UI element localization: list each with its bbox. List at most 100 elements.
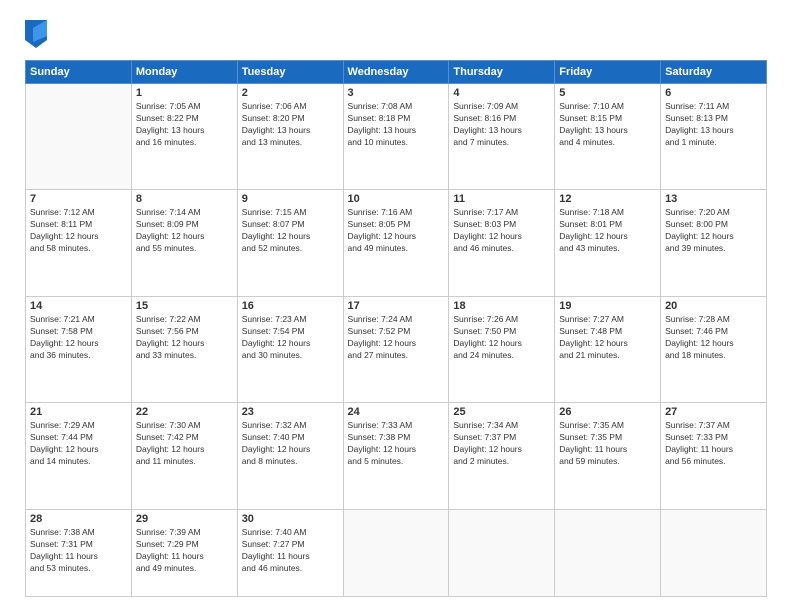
day-info: Sunrise: 7:24 AM Sunset: 7:52 PM Dayligh… [348, 314, 445, 362]
day-info: Sunrise: 7:08 AM Sunset: 8:18 PM Dayligh… [348, 101, 445, 149]
weekday-header-friday: Friday [555, 61, 661, 84]
day-info: Sunrise: 7:05 AM Sunset: 8:22 PM Dayligh… [136, 101, 233, 149]
day-number: 2 [242, 87, 339, 99]
day-number: 9 [242, 193, 339, 205]
day-number: 15 [136, 300, 233, 312]
calendar-cell: 24 Sunrise: 7:33 AM Sunset: 7:38 PM Dayli… [343, 403, 449, 509]
weekday-header-saturday: Saturday [661, 61, 767, 84]
day-number: 22 [136, 406, 233, 418]
weekday-header-sunday: Sunday [26, 61, 132, 84]
weekday-header-wednesday: Wednesday [343, 61, 449, 84]
calendar-cell: 10 Sunrise: 7:16 AM Sunset: 8:05 PM Dayli… [343, 190, 449, 296]
weekday-header-thursday: Thursday [449, 61, 555, 84]
day-info: Sunrise: 7:14 AM Sunset: 8:09 PM Dayligh… [136, 207, 233, 255]
day-info: Sunrise: 7:10 AM Sunset: 8:15 PM Dayligh… [559, 101, 656, 149]
day-info: Sunrise: 7:12 AM Sunset: 8:11 PM Dayligh… [30, 207, 127, 255]
calendar-week-row: 21 Sunrise: 7:29 AM Sunset: 7:44 PM Dayli… [26, 403, 767, 509]
day-info: Sunrise: 7:34 AM Sunset: 7:37 PM Dayligh… [453, 420, 550, 468]
calendar-cell: 5 Sunrise: 7:10 AM Sunset: 8:15 PM Daylig… [555, 84, 661, 190]
day-info: Sunrise: 7:27 AM Sunset: 7:48 PM Dayligh… [559, 314, 656, 362]
day-number: 11 [453, 193, 550, 205]
calendar-cell: 25 Sunrise: 7:34 AM Sunset: 7:37 PM Dayli… [449, 403, 555, 509]
calendar-cell: 8 Sunrise: 7:14 AM Sunset: 8:09 PM Daylig… [131, 190, 237, 296]
day-info: Sunrise: 7:17 AM Sunset: 8:03 PM Dayligh… [453, 207, 550, 255]
day-number: 18 [453, 300, 550, 312]
calendar-week-row: 28Sunrise: 7:38 AM Sunset: 7:31 PM Dayli… [26, 509, 767, 596]
day-info: Sunrise: 7:23 AM Sunset: 7:54 PM Dayligh… [242, 314, 339, 362]
day-number: 19 [559, 300, 656, 312]
day-info: Sunrise: 7:16 AM Sunset: 8:05 PM Dayligh… [348, 207, 445, 255]
weekday-header-tuesday: Tuesday [237, 61, 343, 84]
calendar-cell: 12 Sunrise: 7:18 AM Sunset: 8:01 PM Dayli… [555, 190, 661, 296]
day-number: 12 [559, 193, 656, 205]
day-number: 25 [453, 406, 550, 418]
calendar-cell: 30 Sunrise: 7:40 AM Sunset: 7:27 PM Dayli… [237, 509, 343, 596]
calendar-cell: 3 Sunrise: 7:08 AM Sunset: 8:18 PM Daylig… [343, 84, 449, 190]
day-number: 21 [30, 406, 127, 418]
calendar-cell: 21 Sunrise: 7:29 AM Sunset: 7:44 PM Dayli… [26, 403, 132, 509]
calendar-cell: 14 Sunrise: 7:21 AM Sunset: 7:58 PM Dayli… [26, 296, 132, 402]
day-info: Sunrise: 7:20 AM Sunset: 8:00 PM Dayligh… [665, 207, 762, 255]
day-number: 6 [665, 87, 762, 99]
day-info: Sunrise: 7:29 AM Sunset: 7:44 PM Dayligh… [30, 420, 127, 468]
calendar-cell: 29 Sunrise: 7:39 AM Sunset: 7:29 PM Dayli… [131, 509, 237, 596]
calendar-cell: 22 Sunrise: 7:30 AM Sunset: 7:42 PM Dayli… [131, 403, 237, 509]
calendar-cell [661, 509, 767, 596]
calendar-week-row: 7 Sunrise: 7:12 AM Sunset: 8:11 PM Daylig… [26, 190, 767, 296]
day-info: Sunrise: 7:35 AM Sunset: 7:35 PM Dayligh… [559, 420, 656, 468]
day-number: 8 [136, 193, 233, 205]
day-info: Sunrise: 7:28 AM Sunset: 7:46 PM Dayligh… [665, 314, 762, 362]
day-number: 26 [559, 406, 656, 418]
day-info: Sunrise: 7:09 AM Sunset: 8:16 PM Dayligh… [453, 101, 550, 149]
day-info: Sunrise: 7:22 AM Sunset: 7:56 PM Dayligh… [136, 314, 233, 362]
day-info: Sunrise: 7:32 AM Sunset: 7:40 PM Dayligh… [242, 420, 339, 468]
day-number: 14 [30, 300, 127, 312]
day-info: Sunrise: 7:33 AM Sunset: 7:38 PM Dayligh… [348, 420, 445, 468]
calendar-cell [343, 509, 449, 596]
day-number: 29 [136, 513, 233, 525]
calendar-cell: 20Sunrise: 7:28 AM Sunset: 7:46 PM Dayli… [661, 296, 767, 402]
calendar-cell: 19 Sunrise: 7:27 AM Sunset: 7:48 PM Dayli… [555, 296, 661, 402]
day-number: 27 [665, 406, 762, 418]
day-info: Sunrise: 7:11 AM Sunset: 8:13 PM Dayligh… [665, 101, 762, 149]
calendar-week-row: 1Sunrise: 7:05 AM Sunset: 8:22 PM Daylig… [26, 84, 767, 190]
day-info: Sunrise: 7:21 AM Sunset: 7:58 PM Dayligh… [30, 314, 127, 362]
day-number: 4 [453, 87, 550, 99]
calendar-week-row: 14 Sunrise: 7:21 AM Sunset: 7:58 PM Dayli… [26, 296, 767, 402]
day-number: 30 [242, 513, 339, 525]
day-info: Sunrise: 7:39 AM Sunset: 7:29 PM Dayligh… [136, 527, 233, 575]
day-number: 10 [348, 193, 445, 205]
header [25, 20, 767, 48]
weekday-header-row: SundayMondayTuesdayWednesdayThursdayFrid… [26, 61, 767, 84]
day-number: 5 [559, 87, 656, 99]
day-number: 24 [348, 406, 445, 418]
calendar-cell: 23 Sunrise: 7:32 AM Sunset: 7:40 PM Dayli… [237, 403, 343, 509]
logo [25, 20, 51, 48]
calendar-cell: 13 Sunrise: 7:20 AM Sunset: 8:00 PM Dayli… [661, 190, 767, 296]
day-number: 13 [665, 193, 762, 205]
calendar-cell: 28Sunrise: 7:38 AM Sunset: 7:31 PM Dayli… [26, 509, 132, 596]
calendar-cell: 27Sunrise: 7:37 AM Sunset: 7:33 PM Dayli… [661, 403, 767, 509]
calendar-table: SundayMondayTuesdayWednesdayThursdayFrid… [25, 60, 767, 597]
calendar-cell: 9Sunrise: 7:15 AM Sunset: 8:07 PM Daylig… [237, 190, 343, 296]
calendar-cell: 4 Sunrise: 7:09 AM Sunset: 8:16 PM Daylig… [449, 84, 555, 190]
calendar-cell: 18 Sunrise: 7:26 AM Sunset: 7:50 PM Dayli… [449, 296, 555, 402]
day-info: Sunrise: 7:40 AM Sunset: 7:27 PM Dayligh… [242, 527, 339, 575]
calendar-cell: 6 Sunrise: 7:11 AM Sunset: 8:13 PM Daylig… [661, 84, 767, 190]
calendar-cell: 26 Sunrise: 7:35 AM Sunset: 7:35 PM Dayli… [555, 403, 661, 509]
day-number: 7 [30, 193, 127, 205]
day-info: Sunrise: 7:30 AM Sunset: 7:42 PM Dayligh… [136, 420, 233, 468]
logo-icon [25, 20, 47, 48]
day-number: 17 [348, 300, 445, 312]
day-info: Sunrise: 7:38 AM Sunset: 7:31 PM Dayligh… [30, 527, 127, 575]
calendar-cell: 15 Sunrise: 7:22 AM Sunset: 7:56 PM Dayli… [131, 296, 237, 402]
day-info: Sunrise: 7:26 AM Sunset: 7:50 PM Dayligh… [453, 314, 550, 362]
calendar-cell [26, 84, 132, 190]
day-number: 23 [242, 406, 339, 418]
day-info: Sunrise: 7:18 AM Sunset: 8:01 PM Dayligh… [559, 207, 656, 255]
calendar-cell: 16Sunrise: 7:23 AM Sunset: 7:54 PM Dayli… [237, 296, 343, 402]
calendar-cell: 11 Sunrise: 7:17 AM Sunset: 8:03 PM Dayli… [449, 190, 555, 296]
calendar-cell: 17 Sunrise: 7:24 AM Sunset: 7:52 PM Dayli… [343, 296, 449, 402]
day-number: 3 [348, 87, 445, 99]
day-info: Sunrise: 7:06 AM Sunset: 8:20 PM Dayligh… [242, 101, 339, 149]
